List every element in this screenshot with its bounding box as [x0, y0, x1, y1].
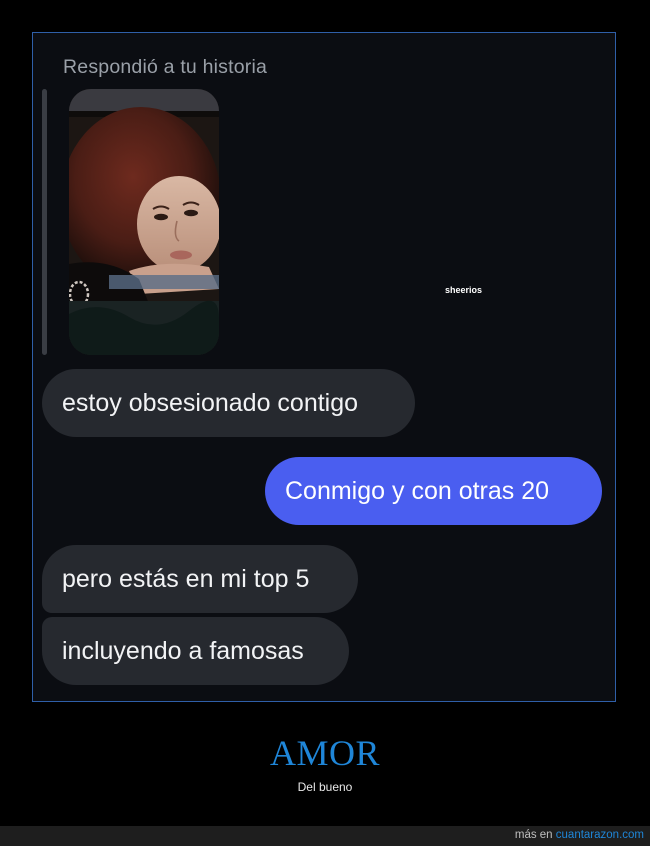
story-watermark: sheerios — [445, 285, 483, 295]
message-bubble-received[interactable]: estoy obsesionado contigo — [42, 369, 415, 437]
chat-screenshot: Respondió a tu historia sheerios estoy o… — [32, 32, 616, 702]
story-thumbnail[interactable] — [69, 89, 219, 355]
footer-prefix: más en — [514, 829, 553, 841]
site-link[interactable]: cuantarazon.com — [556, 829, 644, 841]
caption-title: AMOR — [269, 733, 381, 773]
footer-credit: más en cuantarazon.com — [515, 829, 644, 841]
footer-bar: más en cuantarazon.com — [0, 826, 650, 846]
caption-subtitle: Del bueno — [297, 780, 353, 794]
message-bubble-received[interactable]: pero estás en mi top 5 — [42, 545, 358, 613]
story-reply-bar — [42, 89, 47, 355]
story-reply-label: Respondió a tu historia — [63, 56, 268, 78]
story-photo-image — [69, 89, 219, 355]
message-bubble-received[interactable]: incluyendo a famosas — [42, 617, 349, 685]
message-bubble-sent[interactable]: Conmigo y con otras 20 — [265, 457, 602, 525]
